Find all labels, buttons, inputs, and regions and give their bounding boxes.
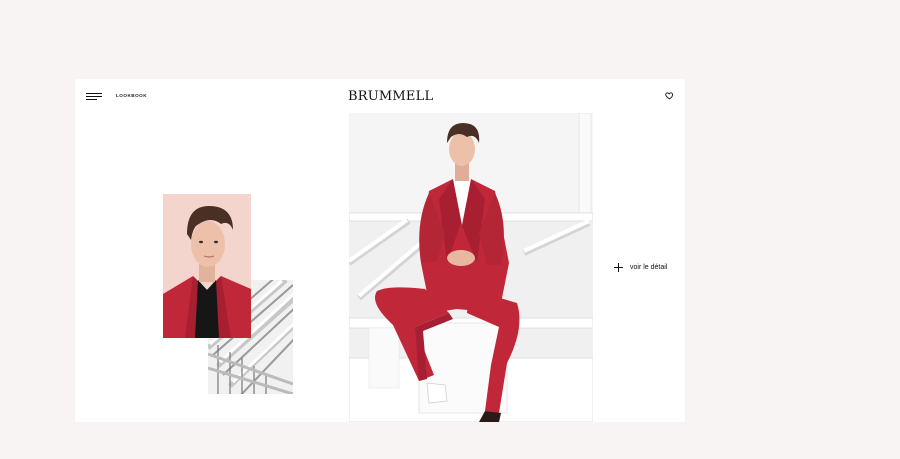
- portrait-photo[interactable]: [163, 194, 251, 338]
- nav-link-lookbook[interactable]: LOOKBOOK: [116, 93, 147, 98]
- main-look-photo[interactable]: [349, 113, 593, 422]
- view-detail-label: voir le détail: [630, 264, 668, 271]
- brand-logo[interactable]: BRUMMELL: [348, 89, 433, 104]
- hamburger-menu-icon[interactable]: [86, 91, 102, 103]
- lookbook-page: LOOKBOOK BRUMMELL voir le détail: [75, 79, 685, 422]
- plus-icon: [614, 263, 623, 272]
- view-detail-link[interactable]: voir le détail: [614, 263, 667, 272]
- heart-icon[interactable]: [665, 91, 674, 100]
